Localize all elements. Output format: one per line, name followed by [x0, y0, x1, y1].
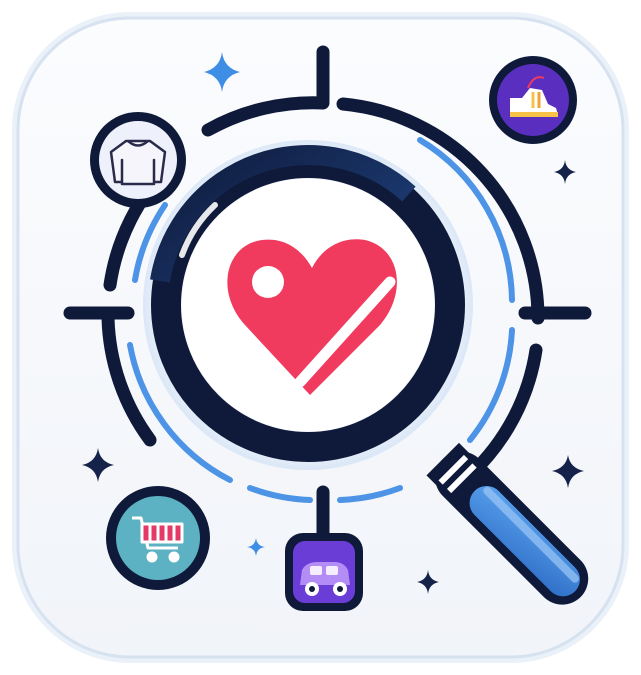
- toy-car-badge: [285, 533, 363, 611]
- app-icon-artwork: [12, 12, 629, 663]
- sweater-icon: [109, 139, 167, 186]
- shoe-badge: [489, 56, 577, 144]
- sweater-badge: [90, 112, 186, 208]
- shopping-cart-badge: [106, 486, 210, 590]
- app-icon: [0, 0, 641, 675]
